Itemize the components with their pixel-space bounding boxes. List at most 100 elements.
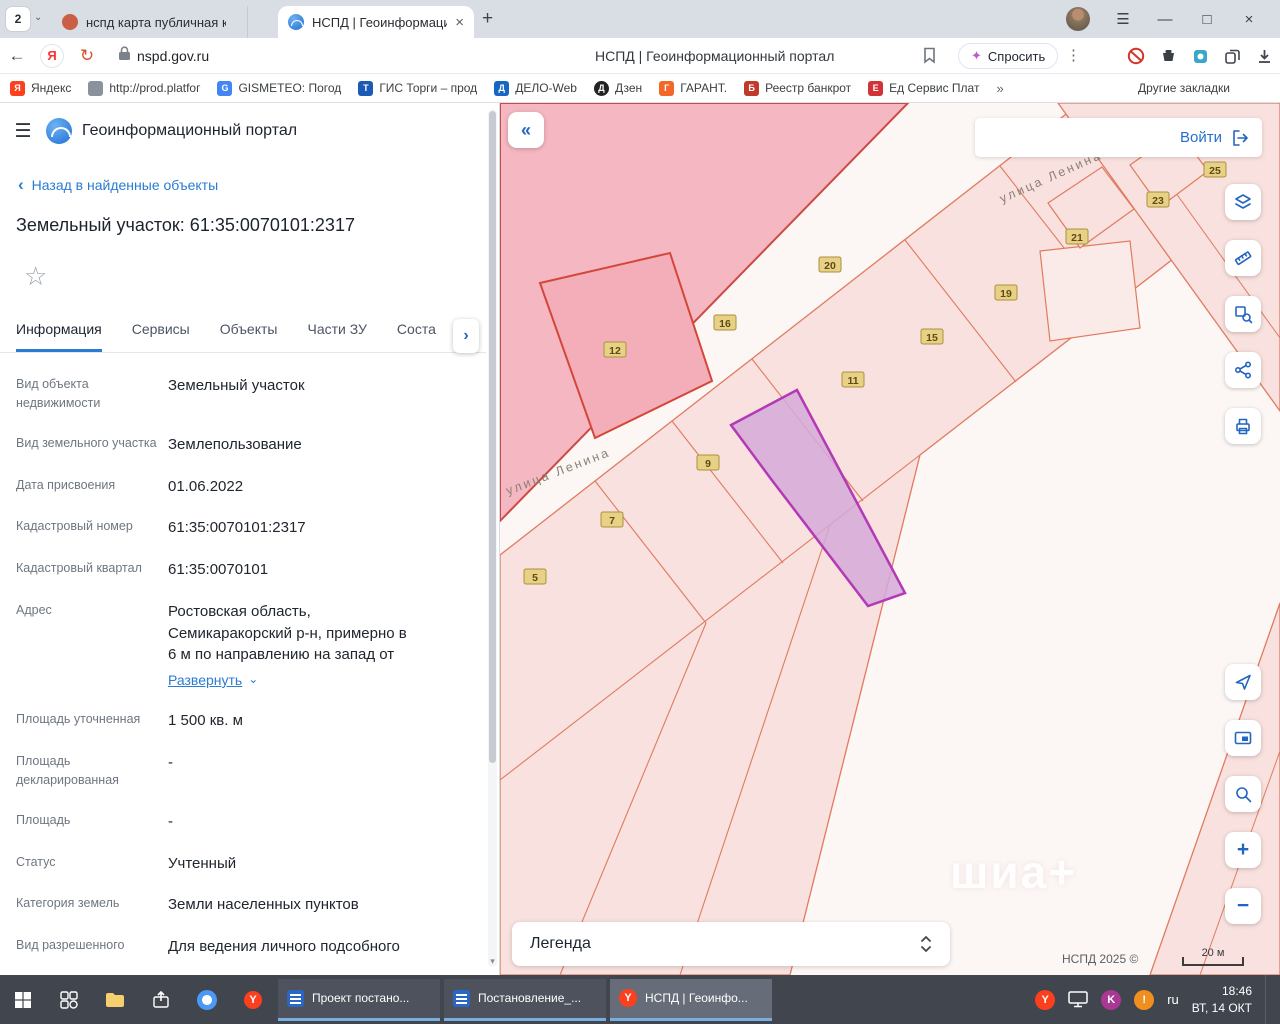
tab-objects[interactable]: Объекты — [220, 321, 278, 352]
tabs-copy-icon[interactable] — [1222, 46, 1242, 66]
adblock-extension-icon[interactable] — [1126, 46, 1146, 66]
tray-yandex-icon[interactable]: Y — [1035, 989, 1056, 1010]
tab-close-icon[interactable]: × — [455, 14, 464, 31]
minimap-button[interactable] — [1225, 720, 1261, 756]
taskbar-window-doc1[interactable]: Проект постано... — [278, 978, 440, 1021]
parcel-label[interactable]: 15 — [920, 328, 944, 345]
parcel-label[interactable]: 19 — [994, 284, 1018, 301]
search-on-map-button[interactable] — [1225, 776, 1261, 812]
zoom-out-button[interactable]: − — [1225, 888, 1261, 924]
window-close-button[interactable]: × — [1228, 11, 1270, 28]
parcel-label[interactable]: 23 — [1146, 191, 1170, 208]
back-button[interactable]: ← — [0, 46, 34, 66]
collapse-panel-button[interactable]: « — [508, 112, 544, 148]
parcel-label[interactable]: 12 — [603, 341, 627, 358]
svg-text:23: 23 — [1152, 195, 1164, 207]
tab-services[interactable]: Сервисы — [132, 321, 190, 352]
bookmark-item[interactable]: http://prod.platfoг — [88, 80, 200, 96]
profile-avatar[interactable] — [1066, 7, 1090, 31]
tabs-scroll-arrow-button[interactable]: › — [453, 319, 479, 353]
browser-tab-1[interactable]: нспд карта публичная ка... — [52, 6, 248, 38]
scroll-down-arrow-icon[interactable]: ▾ — [488, 956, 497, 967]
alice-ask-button[interactable]: ✦ Спросить — [958, 43, 1059, 69]
bookmark-item[interactable]: Я Яндекс — [10, 80, 71, 96]
nspd-logo-icon — [46, 118, 72, 144]
window-minimize-button[interactable]: — — [1144, 11, 1186, 28]
yandex-browser-taskbar-button[interactable]: Y — [230, 975, 276, 1024]
layers-button[interactable] — [1225, 184, 1261, 220]
parcel-label[interactable]: 7 — [600, 511, 624, 528]
tab-counter-chevron-icon[interactable]: ⌄ — [34, 12, 42, 23]
bookmark-item[interactable]: G GISMETEO: Погод — [217, 80, 341, 96]
parcel-label[interactable]: 16 — [713, 314, 737, 331]
window-maximize-button[interactable]: □ — [1186, 11, 1228, 28]
downloads-icon[interactable] — [1254, 46, 1274, 66]
parcel-label[interactable]: 5 — [523, 568, 547, 585]
new-tab-button[interactable]: + — [482, 8, 493, 30]
browser-app-button[interactable] — [184, 975, 230, 1024]
taskbar-window-nspd-active[interactable]: Y НСПД | Геоинфо... — [610, 978, 772, 1021]
parcel-label[interactable]: 9 — [696, 454, 720, 471]
back-to-results-link[interactable]: ‹ Назад в найденные объекты — [18, 175, 218, 195]
address-url[interactable]: nspd.gov.ru — [137, 48, 209, 64]
ruler-icon — [1234, 251, 1252, 266]
start-button[interactable] — [0, 975, 46, 1024]
print-button[interactable] — [1225, 408, 1261, 444]
share-button[interactable] — [1225, 352, 1261, 388]
tab-composition[interactable]: Соста — [397, 321, 436, 352]
yandex-home-button[interactable]: Я — [40, 43, 64, 68]
file-explorer-button[interactable] — [92, 975, 138, 1024]
zoom-in-button[interactable]: + — [1225, 832, 1261, 868]
taskbar-window-doc2[interactable]: Постановление_... — [444, 978, 606, 1021]
language-indicator[interactable]: ru — [1167, 992, 1179, 1007]
parcel-19-outline[interactable] — [1039, 240, 1141, 342]
other-bookmarks-button[interactable]: Другие закладки — [1138, 81, 1270, 95]
parcel-label[interactable]: 21 — [1065, 228, 1089, 245]
bookmark-item[interactable]: Е Ед Сервис Плат — [868, 80, 979, 96]
extension-icon-teal[interactable] — [1190, 46, 1210, 66]
reload-button[interactable]: ↻ — [70, 46, 104, 66]
address-kebab-menu-icon[interactable]: ⋮ — [1066, 46, 1081, 64]
hamburger-menu-icon[interactable]: ☰ — [0, 120, 46, 143]
bookmark-item[interactable]: Д ДЕЛО-Web — [494, 80, 577, 96]
bookmark-flag-icon[interactable] — [923, 47, 936, 69]
export-app-button[interactable] — [138, 975, 184, 1024]
scrollbar-thumb[interactable] — [489, 111, 496, 763]
bookmark-item[interactable]: Д Дзен — [593, 80, 642, 96]
address-page-title[interactable]: НСПД | Геоинформационный портал — [595, 38, 834, 74]
minimap-icon — [1234, 731, 1252, 745]
browser-menu-icon[interactable]: ☰ — [1102, 10, 1144, 28]
tray-k-icon[interactable]: K — [1101, 989, 1122, 1010]
widgets-button[interactable] — [46, 975, 92, 1024]
bookmark-item[interactable]: Б Реестр банкрот — [744, 80, 851, 96]
panel-scrollbar[interactable]: ▾ — [488, 109, 497, 967]
my-location-button[interactable] — [1225, 664, 1261, 700]
connection-lock-icon[interactable] — [118, 45, 131, 66]
favorite-star-icon[interactable]: ☆ — [24, 261, 47, 292]
legend-bar[interactable]: Легенда — [512, 922, 950, 966]
more-bookmarks-chevron-icon[interactable]: » — [996, 81, 1003, 96]
sparkle-icon: ✦ — [971, 48, 982, 63]
parcel-label[interactable]: 25 — [1203, 161, 1227, 178]
tab-counter-button[interactable]: 2 — [6, 7, 30, 31]
expand-link[interactable]: Развернуть — [168, 670, 242, 690]
measure-button[interactable] — [1225, 240, 1261, 276]
widgets-icon — [60, 990, 78, 1009]
legend-toggle-chevrons-icon[interactable] — [920, 934, 932, 954]
cadastral-map[interactable]: улица Ленина улица Ленина 5 7 9 11 12 15… — [500, 103, 1280, 975]
extension-icon-dark[interactable] — [1158, 46, 1178, 66]
tray-warning-icon[interactable]: ! — [1134, 989, 1155, 1010]
tab-parts[interactable]: Части ЗУ — [307, 321, 366, 352]
tray-display-icon[interactable] — [1068, 991, 1088, 1008]
object-search-button[interactable] — [1225, 296, 1261, 332]
login-bar[interactable]: Войти — [975, 118, 1262, 157]
show-desktop-button[interactable] — [1265, 975, 1270, 1024]
parcel-label[interactable]: 11 — [841, 371, 865, 388]
bookmark-item[interactable]: Г ГАРАНТ. — [659, 80, 727, 96]
browser-tab-2-active[interactable]: НСПД | Геоинформаци... × — [278, 6, 474, 38]
parcel-label[interactable]: 20 — [818, 256, 842, 273]
tab-information[interactable]: Информация — [16, 321, 102, 352]
bookmark-item[interactable]: Т ГИС Торги – прод — [358, 80, 477, 96]
taskbar-clock[interactable]: 18:46 ВТ, 14 ОКТ — [1192, 983, 1252, 1015]
map-viewport[interactable]: улица Ленина улица Ленина 5 7 9 11 12 15… — [500, 103, 1280, 975]
